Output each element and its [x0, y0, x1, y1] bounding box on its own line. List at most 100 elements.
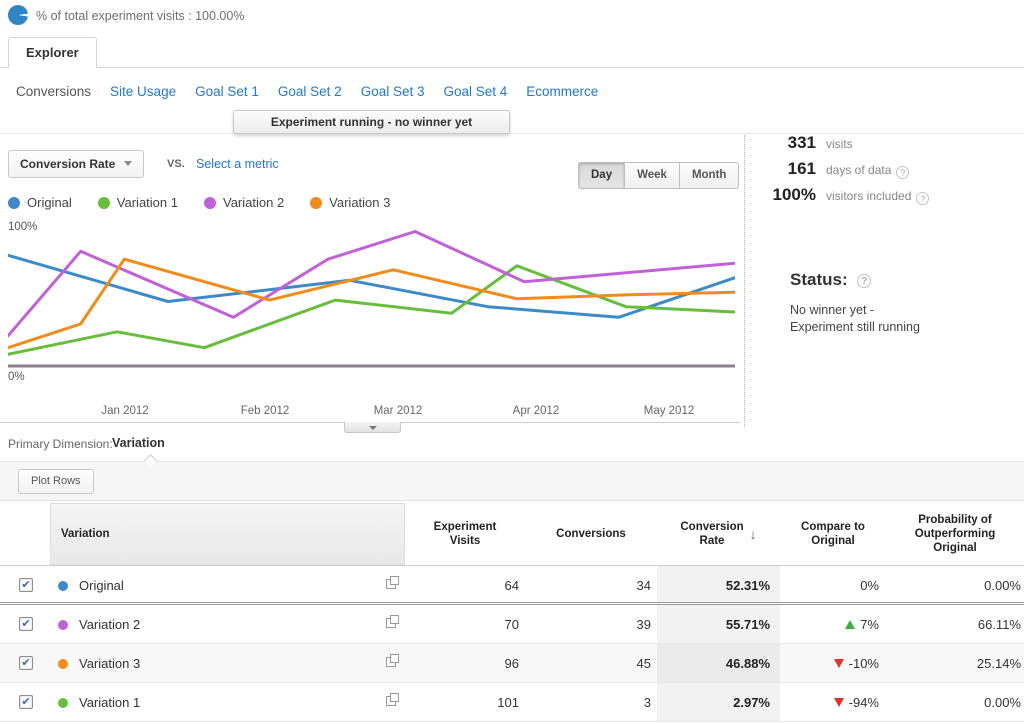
column-header-label: Compare toOriginal — [801, 520, 865, 548]
variation-name: Variation 2 — [79, 617, 140, 632]
series-color-dot — [58, 581, 68, 591]
legend-item-original[interactable]: Original — [8, 195, 72, 210]
compare-to-original-value: -94% — [834, 695, 879, 710]
conversions-value: 39 — [637, 617, 651, 632]
stat-value: 100% — [773, 185, 816, 205]
stat-row: 331visits — [748, 131, 1018, 157]
legend-item-variation-1[interactable]: Variation 1 — [98, 195, 178, 210]
arrow-up-icon — [845, 620, 855, 629]
help-icon[interactable]: ? — [916, 192, 929, 205]
x-axis-tick-label: May 2012 — [634, 405, 704, 417]
chart-collapse-handle[interactable] — [344, 422, 401, 433]
analytics-experiment-report: % of total experiment visits : 100.00% E… — [0, 0, 1024, 724]
help-icon[interactable]: ? — [896, 166, 909, 179]
row-checkbox[interactable]: ✔ — [19, 695, 33, 709]
table-row-variation-1: ✔Variation 110132.97%-94%0.00% — [0, 683, 1024, 722]
probability-value: 66.11% — [978, 617, 1021, 632]
probability-value: 25.14% — [977, 656, 1021, 671]
table-header: Variation ExperimentVisits Conversions Con… — [0, 501, 1024, 566]
compare-to-original-value: 0% — [860, 578, 879, 593]
stat-row: 161 days of data? — [748, 157, 1018, 183]
series-line-variation-1 — [8, 266, 735, 355]
primary-dimension-variation[interactable]: Variation — [112, 436, 165, 450]
open-in-new-window-icon[interactable] — [386, 657, 396, 667]
row-checkbox[interactable]: ✔ — [19, 578, 33, 592]
probability-value: 0.00% — [984, 578, 1021, 593]
series-color-dot — [58, 659, 68, 669]
compare-to-original-value: -10% — [834, 656, 879, 671]
x-axis-tick-label: Apr 2012 — [501, 405, 571, 417]
status-text-line1: No winner yet - — [790, 303, 874, 317]
table-row-variation-2: ✔ Variation 2 70 39 55.71% 7% 66.11% — [0, 605, 1024, 644]
nav-item-goal-set-4[interactable]: Goal Set 4 — [443, 84, 507, 99]
status-heading-label: Status: — [790, 270, 848, 289]
granularity-day-button[interactable]: Day — [578, 162, 625, 189]
table-row-original: ✔Original643452.31%0%0.00% — [0, 566, 1024, 605]
x-axis-tick-label: Mar 2012 — [363, 405, 433, 417]
column-header-conversions[interactable]: Conversions — [525, 501, 657, 566]
column-header-variation[interactable]: Variation — [50, 503, 405, 565]
column-header-label: ConversionRate — [680, 520, 743, 548]
row-checkbox[interactable]: ✔ — [19, 656, 33, 670]
column-header-compare-to[interactable]: Compare toOriginal — [780, 501, 886, 566]
compare-text: -10% — [849, 656, 879, 671]
arrow-down-icon — [834, 659, 844, 668]
granularity-month-button[interactable]: Month — [680, 162, 739, 189]
granularity-week-button[interactable]: Week — [625, 162, 680, 189]
nav-item-conversions[interactable]: Conversions — [16, 84, 91, 99]
open-in-new-window-icon[interactable] — [386, 696, 396, 706]
stat-label: days of data? — [826, 163, 909, 179]
plot-rows-button[interactable]: Plot Rows — [18, 469, 94, 494]
row-checkbox[interactable]: ✔ — [19, 617, 33, 631]
conversion-rate-value: 55.71% — [726, 617, 770, 632]
nav-item-goal-set-1[interactable]: Goal Set 1 — [195, 84, 259, 99]
legend-item-variation-2[interactable]: Variation 2 — [204, 195, 284, 210]
table-row-variation-3: ✔Variation 3964546.88%-10%25.14% — [0, 644, 1024, 683]
conversion-rate-value: 52.31% — [726, 578, 770, 593]
nav-item-goal-set-3[interactable]: Goal Set 3 — [361, 84, 425, 99]
conversion-rate-chart: 100% 0% Jan 2012Feb 2012Mar 2012Apr 2012… — [8, 221, 735, 436]
line-chart-svg — [8, 230, 735, 368]
nav-item-ecommerce[interactable]: Ecommerce — [526, 84, 598, 99]
chevron-down-icon — [369, 426, 377, 430]
experiment-visits-value: 96 — [505, 656, 519, 671]
nav-item-goal-set-2[interactable]: Goal Set 2 — [278, 84, 342, 99]
stat-value: 161 — [788, 159, 816, 179]
open-in-new-window-icon[interactable] — [386, 618, 396, 628]
legend-label: Original — [27, 195, 72, 210]
conversion-rate-value: 2.97% — [733, 695, 770, 710]
select-a-metric-link[interactable]: Select a metric — [196, 157, 279, 171]
help-icon[interactable]: ? — [857, 274, 871, 288]
column-header-experiment[interactable]: ExperimentVisits — [405, 501, 525, 566]
x-axis-tick-label: Jan 2012 — [90, 405, 160, 417]
granularity-toggle: DayWeekMonth — [578, 162, 739, 189]
conversions-value: 3 — [644, 695, 651, 710]
experiment-visits-value: 70 — [505, 617, 519, 632]
column-header-probability-of[interactable]: Probability ofOutperformingOriginal — [886, 501, 1024, 566]
tab-explorer[interactable]: Explorer — [8, 37, 97, 68]
stat-row: 100% visitors included? — [748, 183, 1018, 209]
compare-to-original-value: 7% — [845, 617, 879, 632]
chevron-down-icon — [124, 161, 132, 166]
nav-item-site-usage[interactable]: Site Usage — [110, 84, 176, 99]
status-heading: Status: ? — [790, 270, 871, 290]
experiment-status-banner: Experiment running - no winner yet — [233, 110, 510, 134]
legend-item-variation-3[interactable]: Variation 3 — [310, 195, 390, 210]
series-color-dot — [58, 620, 68, 630]
column-header-conversion[interactable]: ConversionRate↓ — [657, 501, 780, 566]
tabs-divider — [0, 67, 1024, 68]
open-in-new-window-icon[interactable] — [386, 579, 396, 589]
experiment-visits-summary: % of total experiment visits : 100.00% — [36, 9, 244, 23]
variation-name: Variation 3 — [79, 656, 140, 671]
conversions-value: 45 — [637, 656, 651, 671]
stat-label: visitors included? — [826, 189, 929, 205]
column-header-label: Conversions — [556, 527, 626, 541]
legend-dot-icon — [310, 197, 322, 209]
conversions-value: 34 — [637, 578, 651, 593]
legend-label: Variation 3 — [329, 195, 390, 210]
chart-plot-area — [8, 230, 735, 373]
metric-dropdown[interactable]: Conversion Rate — [8, 150, 144, 178]
legend-dot-icon — [98, 197, 110, 209]
vs-label: VS. — [167, 158, 185, 170]
legend-dot-icon — [204, 197, 216, 209]
